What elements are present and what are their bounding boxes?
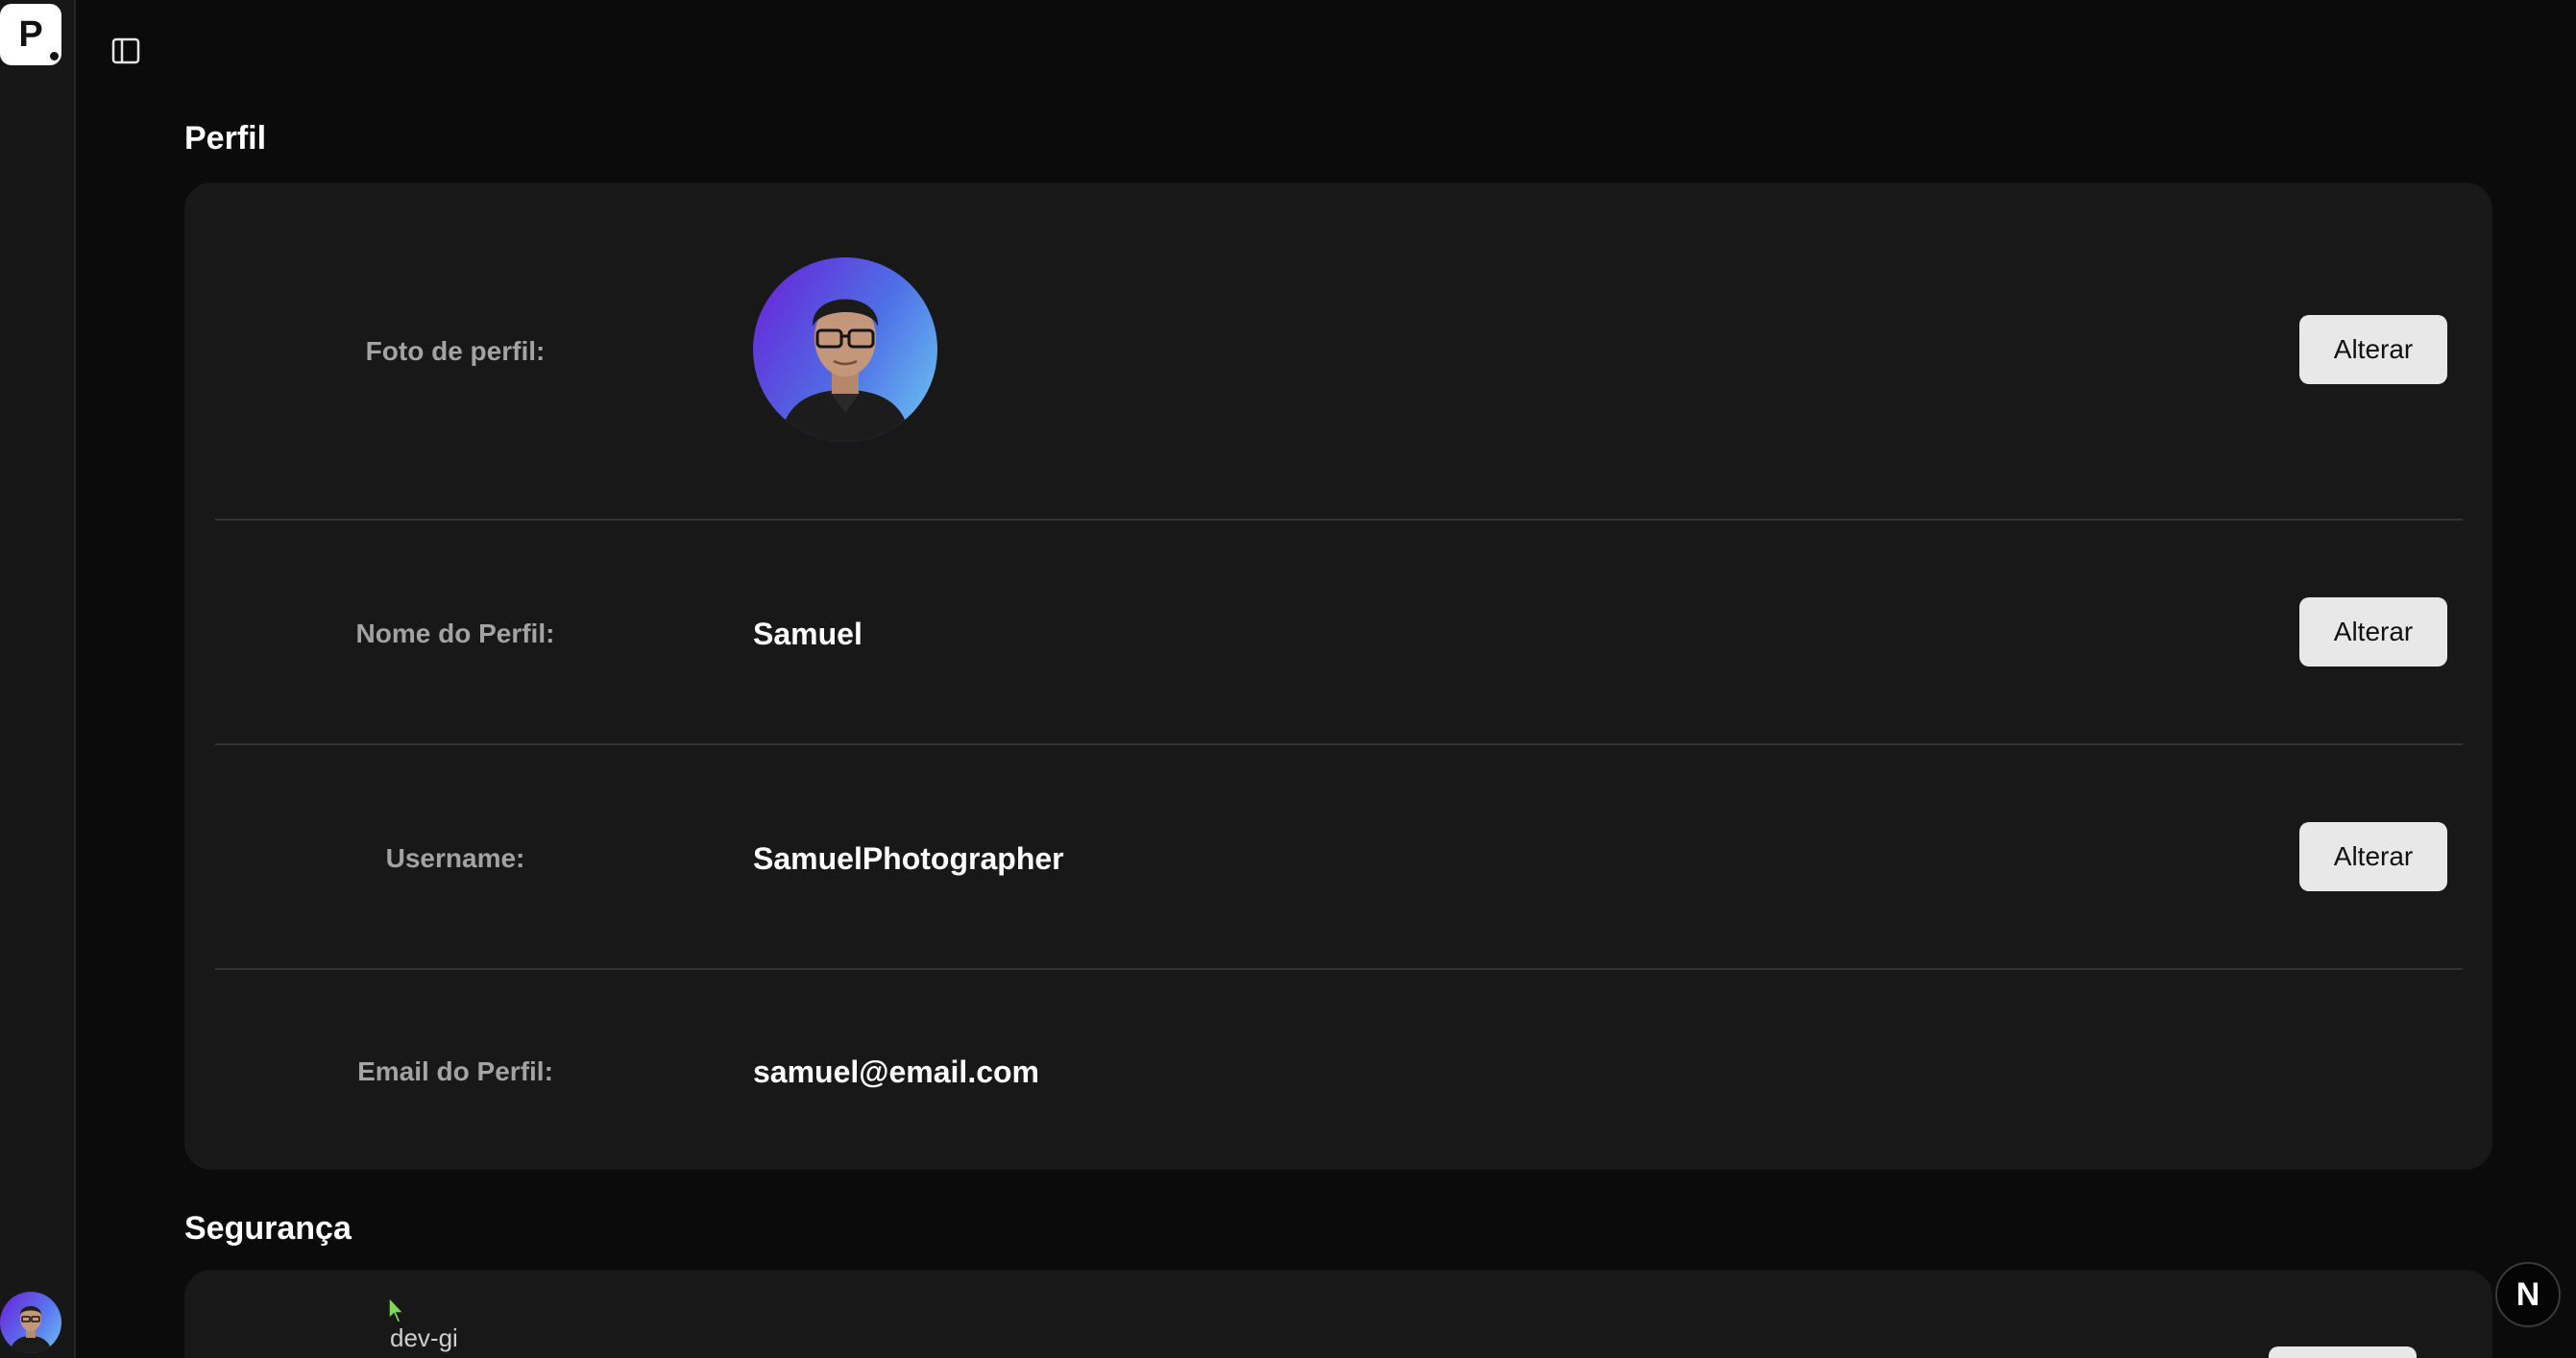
email-value: samuel@email.com [753,1055,1039,1089]
next-dev-badge[interactable]: N [2495,1262,2561,1327]
profile-photo [753,257,937,442]
app-root: P Perfil Foto de perfil: Alterar Nome do… [0,0,2576,1358]
row-profile-name: Nome do Perfil: Samuel Alterar [215,521,2463,745]
row-label: Username: [385,843,525,873]
cursor-pointer-icon [388,1296,405,1323]
user-avatar[interactable] [0,1292,61,1353]
sidebar: P [0,0,76,1358]
sidebar-panel-icon [111,37,140,64]
row-label: Nome do Perfil: [355,618,555,648]
change-name-button[interactable]: Alterar [2299,597,2447,667]
row-label: Email do Perfil: [357,1056,553,1086]
username-value: SamuelPhotographer [753,841,1064,876]
logo-letter: P [18,13,43,55]
row-email: Email do Perfil: samuel@email.com [215,970,2463,1170]
profile-portrait-icon [780,299,911,442]
change-username-button[interactable]: Alterar [2299,822,2447,891]
sidebar-toggle-button[interactable] [109,35,143,67]
row-label: Foto de perfil: [365,336,546,366]
avatar-portrait-icon [10,1306,52,1353]
section-title-seguranca: Segurança [184,1210,352,1247]
section-title-perfil: Perfil [184,120,267,157]
security-card [184,1270,2492,1358]
n-badge-letter: N [2515,1275,2540,1313]
profile-name-value: Samuel [753,617,863,651]
change-photo-button[interactable]: Alterar [2299,315,2447,384]
security-action-button[interactable] [2269,1346,2417,1358]
logo-dot [50,52,59,61]
row-profile-photo: Foto de perfil: Alterar [215,182,2463,521]
app-logo[interactable]: P [0,4,61,65]
cursor-label: dev-gi [390,1323,458,1352]
profile-card: Foto de perfil: Alterar Nome do Perfil: [184,182,2492,1170]
row-username: Username: SamuelPhotographer Alterar [215,745,2463,970]
